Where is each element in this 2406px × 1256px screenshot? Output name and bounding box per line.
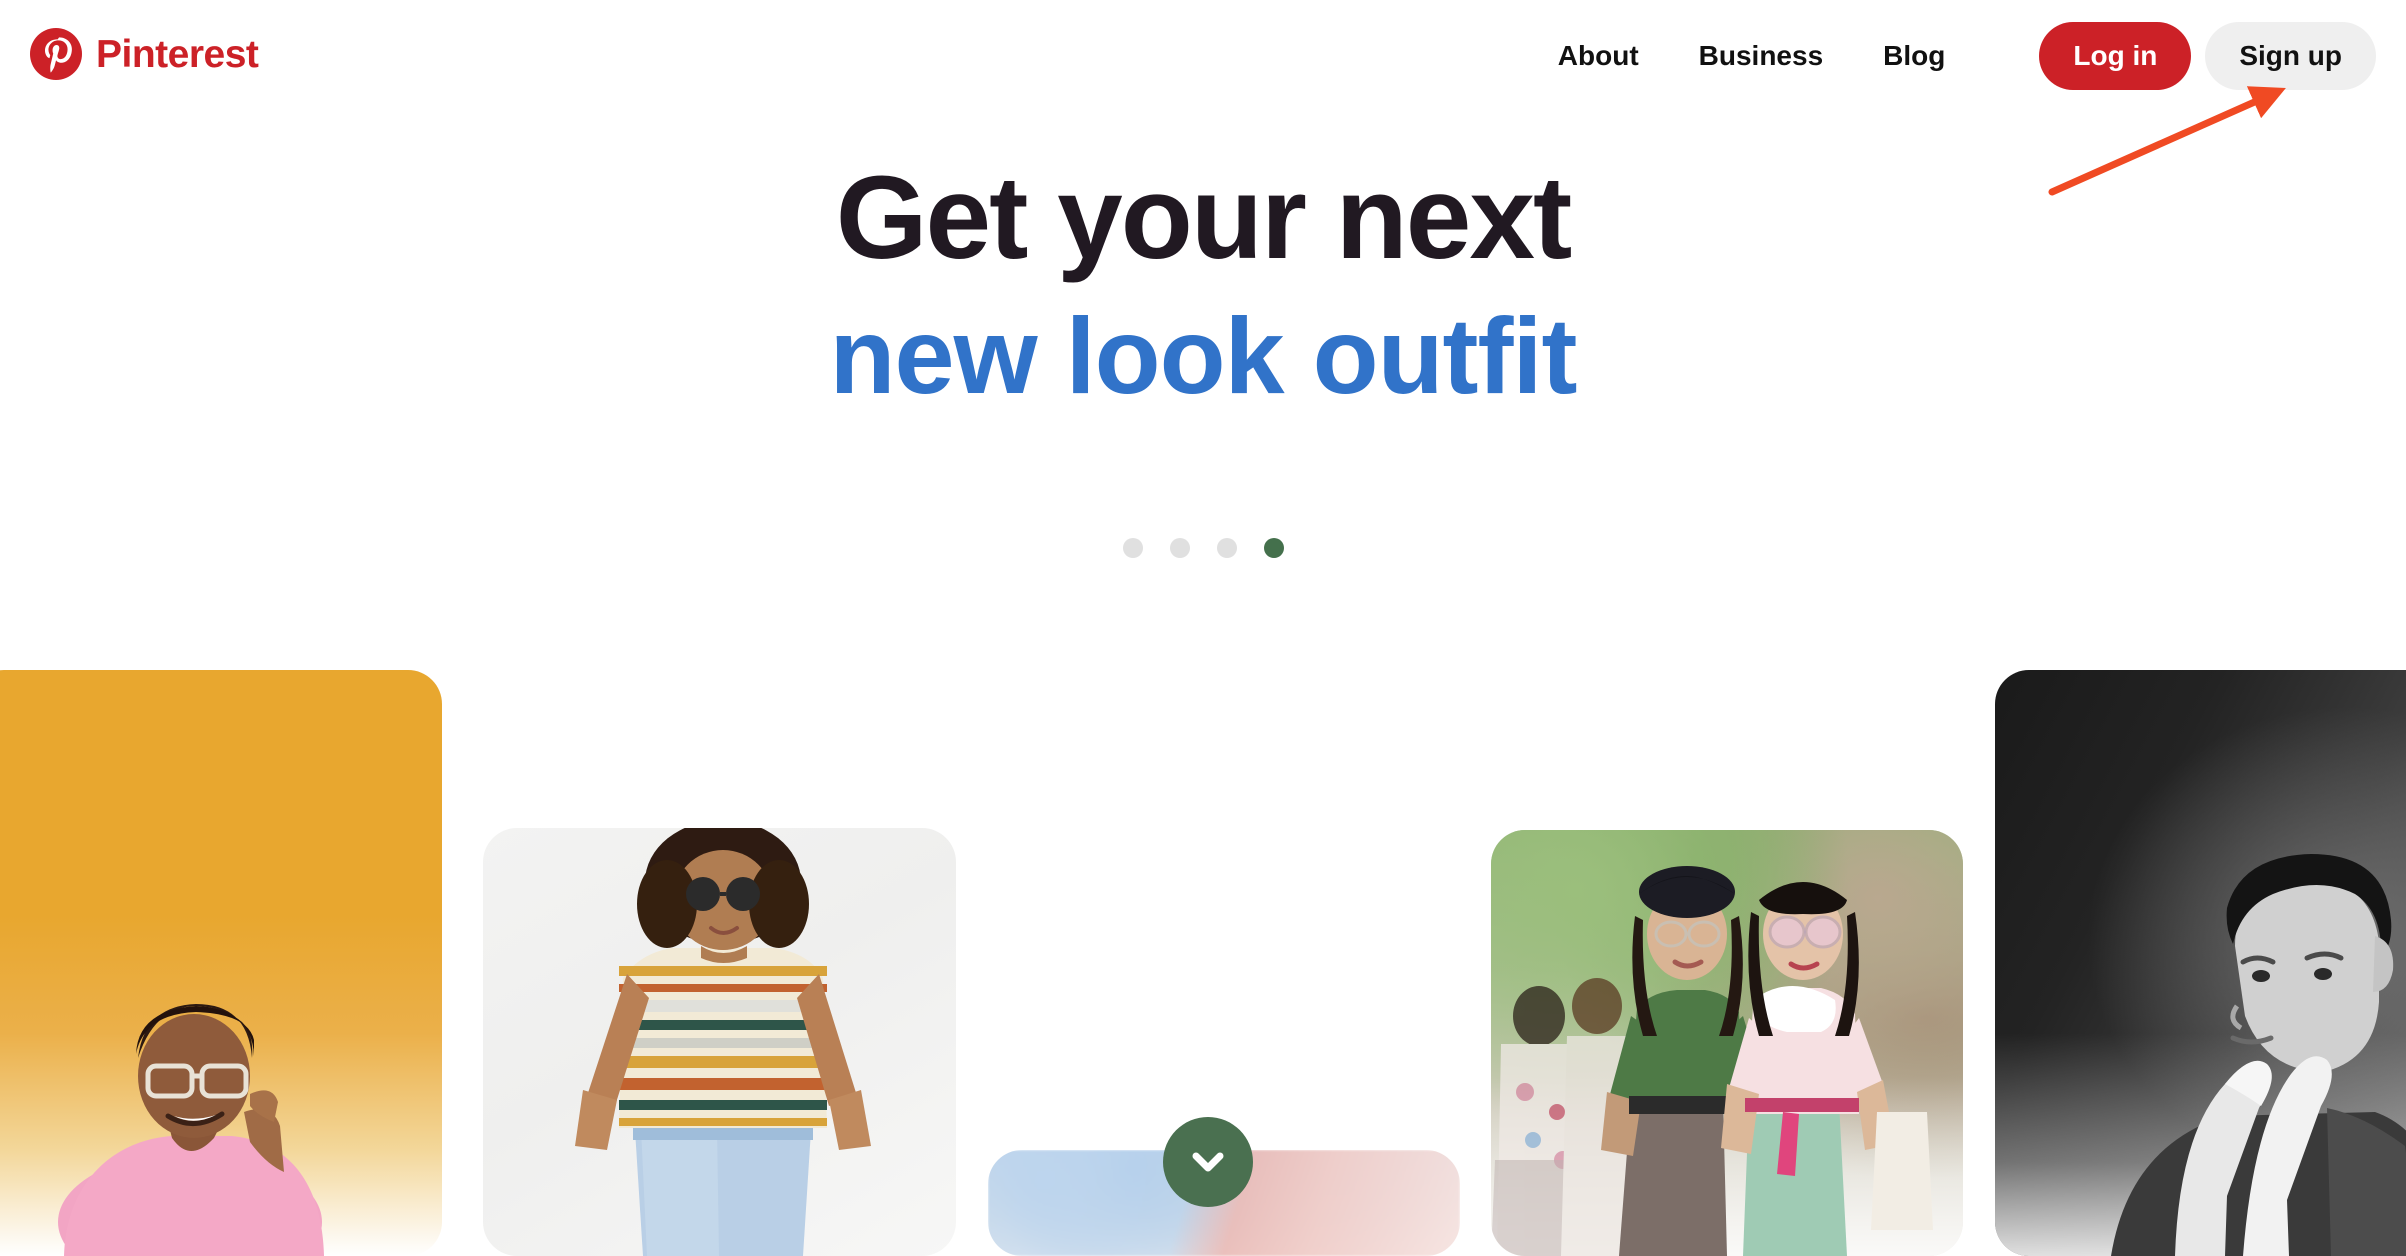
brand-name: Pinterest (96, 32, 259, 76)
pinterest-landing-page: Pinterest About Business Blog Log in Sig… (0, 0, 2406, 1256)
card-image-4 (1491, 830, 1963, 1256)
nav-link-blog[interactable]: Blog (1853, 24, 1975, 88)
carousel-dot-2[interactable] (1169, 538, 1190, 558)
card-image-1 (0, 670, 442, 1256)
main-navigation: About Business Blog Log in Sign up (1528, 22, 2376, 90)
hero-heading: Get your next new look outfit (0, 150, 2406, 420)
card-street-style-duo[interactable] (1491, 830, 1963, 1256)
site-header: Pinterest About Business Blog Log in Sig… (0, 0, 2406, 140)
carousel-dots (0, 538, 2406, 558)
nav-link-about[interactable]: About (1528, 24, 1669, 88)
card-bw-portrait[interactable] (1995, 670, 2406, 1256)
signup-button[interactable]: Sign up (2205, 22, 2376, 90)
card-woman-striped-tee[interactable] (483, 828, 956, 1256)
card-image-2 (483, 828, 956, 1256)
card-man-pink-sweater[interactable] (0, 670, 442, 1256)
hero-headline-accent: new look outfit (829, 294, 1578, 416)
hero-headline-primary: Get your next (835, 152, 1573, 284)
pinterest-logo[interactable]: Pinterest (30, 28, 259, 80)
chevron-down-icon (1192, 1152, 1224, 1172)
login-button[interactable]: Log in (2039, 22, 2192, 90)
carousel-dot-3[interactable] (1216, 538, 1237, 558)
nav-link-business[interactable]: Business (1669, 24, 1854, 88)
scroll-down-button[interactable] (1163, 1117, 1253, 1207)
carousel-dot-1[interactable] (1122, 538, 1143, 558)
card-image-5 (1995, 670, 2406, 1256)
pinterest-p-icon (30, 28, 82, 80)
carousel-dot-4[interactable] (1263, 538, 1284, 558)
